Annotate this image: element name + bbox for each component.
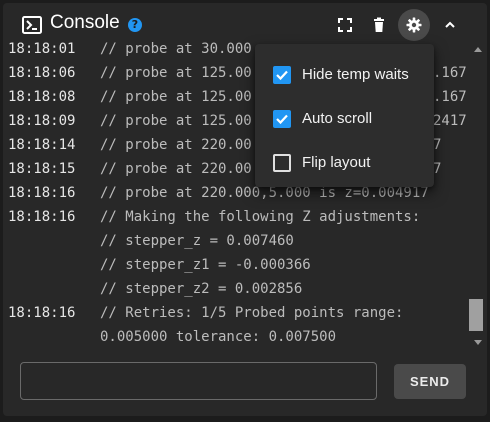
- checkbox-checked-icon[interactable]: [273, 66, 291, 84]
- log-time: 18:18:14: [8, 137, 76, 153]
- console-title: Console: [50, 12, 120, 33]
- command-input-wrapper: [20, 362, 377, 400]
- log-scrollbar[interactable]: [469, 47, 485, 347]
- log-message: // Making the following Z adjustments:: [100, 209, 421, 225]
- menu-item-flip-layout[interactable]: Flip layout: [255, 142, 434, 186]
- log-message: // probe at 125.00: [100, 65, 252, 81]
- log-time: 18:18:16: [8, 185, 76, 201]
- log-message: // stepper_z = 0.007460: [100, 233, 294, 249]
- command-input[interactable]: [21, 363, 376, 399]
- menu-item-label: Hide temp waits: [302, 66, 409, 83]
- scroll-up-arrow-icon[interactable]: [474, 47, 482, 52]
- log-message: // probe at 30.000: [100, 41, 252, 57]
- scrollbar-thumb[interactable]: [469, 299, 483, 331]
- log-time: 18:18:08: [8, 89, 76, 105]
- send-button[interactable]: SEND: [394, 364, 466, 399]
- log-message: // probe at 125.00: [100, 89, 252, 105]
- log-message: // probe at 220.00: [100, 161, 252, 177]
- menu-item-label: Auto scroll: [302, 110, 373, 127]
- log-time: 18:18:01: [8, 41, 76, 57]
- log-message-tail: 7: [433, 137, 442, 153]
- log-time: 18:18:06: [8, 65, 76, 81]
- menu-item-hide-temp-waits[interactable]: Hide temp waits: [255, 54, 434, 98]
- log-time: 18:18:15: [8, 161, 76, 177]
- log-time: 18:18:16: [8, 305, 76, 321]
- log-message: // probe at 220.00: [100, 137, 252, 153]
- log-time: 18:18:16: [8, 209, 76, 225]
- checkbox-checked-icon[interactable]: [273, 110, 291, 128]
- collapse-button[interactable]: [434, 9, 466, 41]
- log-time: 18:18:09: [8, 113, 76, 129]
- log-message-tail: 2417: [433, 113, 467, 129]
- log-message: // Retries: 1/5 Probed points range:: [100, 305, 404, 321]
- console-settings-menu: Hide temp waits Auto scroll Flip layout: [255, 44, 434, 187]
- terminal-icon: [22, 16, 42, 34]
- expand-button[interactable]: [329, 9, 361, 41]
- log-message-tail: .167: [433, 65, 467, 81]
- log-message-tail: 7: [433, 161, 442, 177]
- menu-item-label: Flip layout: [302, 154, 371, 171]
- console-card: Console ? 18:18:01 // probe at 30.000 18…: [3, 3, 487, 416]
- settings-button[interactable]: [398, 9, 430, 41]
- chevron-up-icon: [445, 21, 455, 28]
- log-message: // stepper_z2 = 0.002856: [100, 281, 303, 297]
- log-message: // probe at 125.00: [100, 113, 252, 129]
- trash-icon: [374, 17, 384, 32]
- help-circle-icon[interactable]: ?: [128, 18, 142, 32]
- clear-console-button[interactable]: [363, 9, 395, 41]
- menu-item-auto-scroll[interactable]: Auto scroll: [255, 98, 434, 142]
- log-message-tail: .167: [433, 89, 467, 105]
- scroll-down-arrow-icon[interactable]: [474, 340, 482, 345]
- log-message: 0.005000 tolerance: 0.007500: [100, 329, 337, 345]
- gear-icon: [406, 17, 422, 33]
- log-message: // stepper_z1 = -0.000366: [100, 257, 311, 273]
- checkbox-unchecked-icon[interactable]: [273, 154, 291, 172]
- expand-icon: [338, 18, 352, 32]
